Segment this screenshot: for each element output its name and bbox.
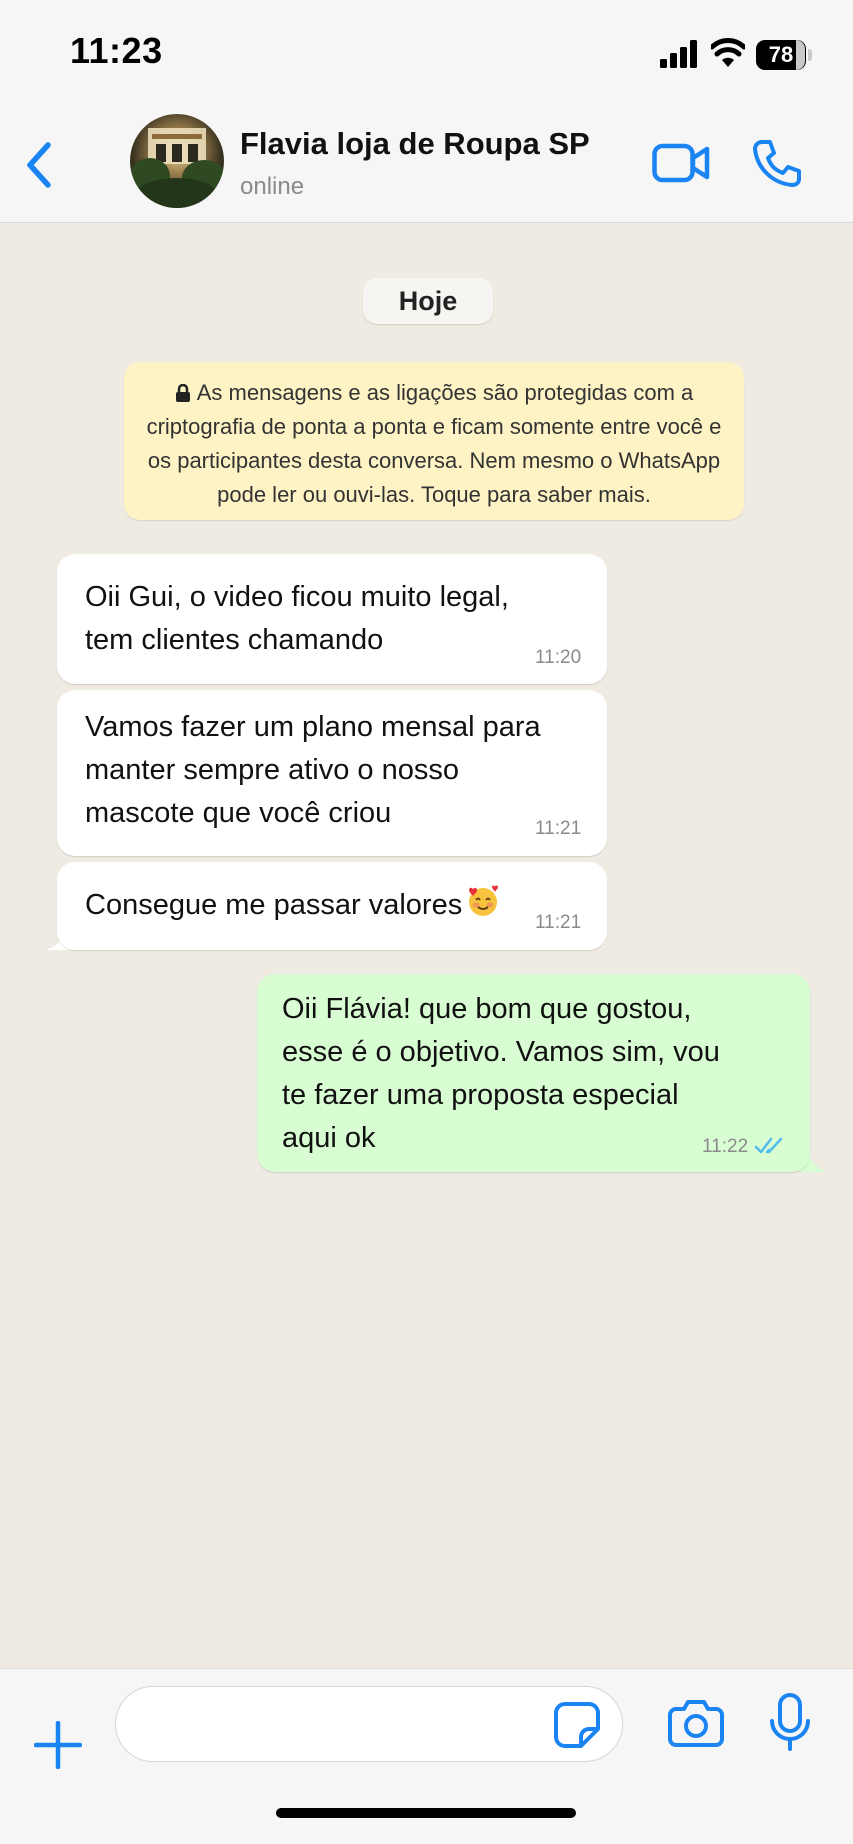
incoming-message[interactable]: Oii Gui, o video ficou muito legal, tem … [57,554,607,684]
home-indicator[interactable] [276,1808,576,1818]
plus-icon[interactable] [34,1721,82,1769]
message-time: 11:21 [535,912,582,933]
date-chip: Hoje [363,278,493,324]
status-bar: 11:23 78 [0,0,853,100]
date-label: Hoje [398,285,458,316]
message-text: Consegue me passar valores [85,884,500,927]
contact-status: online [240,173,305,200]
wifi-icon [711,38,745,67]
status-time: 11:23 [70,30,163,71]
message-time: 11:21 [535,818,582,839]
message-time: 11:22 [702,1136,749,1157]
encryption-notice[interactable]: As mensagens e as ligações são protegida… [124,362,744,520]
battery-empty-segment [796,40,805,70]
incoming-message[interactable]: Consegue me passar valores 11:21 [57,862,607,950]
outgoing-message[interactable]: Oii Flávia! que bom que gostou, esse é o… [257,974,810,1172]
video-call-icon[interactable] [652,142,710,184]
microphone-icon[interactable] [768,1693,812,1753]
message-text-content: Consegue me passar valores [85,889,463,921]
double-check-icon [754,1137,783,1154]
chat-header: Flavia loja de Roupa SP online [0,100,853,223]
smiling-face-with-hearts-icon [469,885,499,916]
incoming-message[interactable]: Vamos fazer um plano mensal para manter … [57,690,607,856]
message-text: Oii Flávia! que bom que gostou, esse é o… [282,993,720,1154]
battery-level: 78 [768,42,794,67]
avatar-store-photo [130,128,224,208]
avatar[interactable] [130,114,224,208]
message-input[interactable] [115,1686,623,1762]
cellular-signal-icon [660,40,697,68]
battery-tip [808,49,812,61]
camera-icon[interactable] [668,1699,724,1747]
sticker-icon[interactable] [553,1701,601,1749]
back-chevron-icon[interactable] [22,140,56,190]
lock-icon [175,384,190,402]
phone-icon[interactable] [752,138,802,188]
contact-name[interactable]: Flavia loja de Roupa SP [240,126,590,162]
encryption-notice-text: As mensagens e as ligações são protegida… [146,380,722,507]
message-time: 11:20 [535,647,582,668]
message-text: Vamos fazer um plano mensal para manter … [85,711,541,829]
message-text: Oii Gui, o video ficou muito legal, tem … [85,581,509,656]
